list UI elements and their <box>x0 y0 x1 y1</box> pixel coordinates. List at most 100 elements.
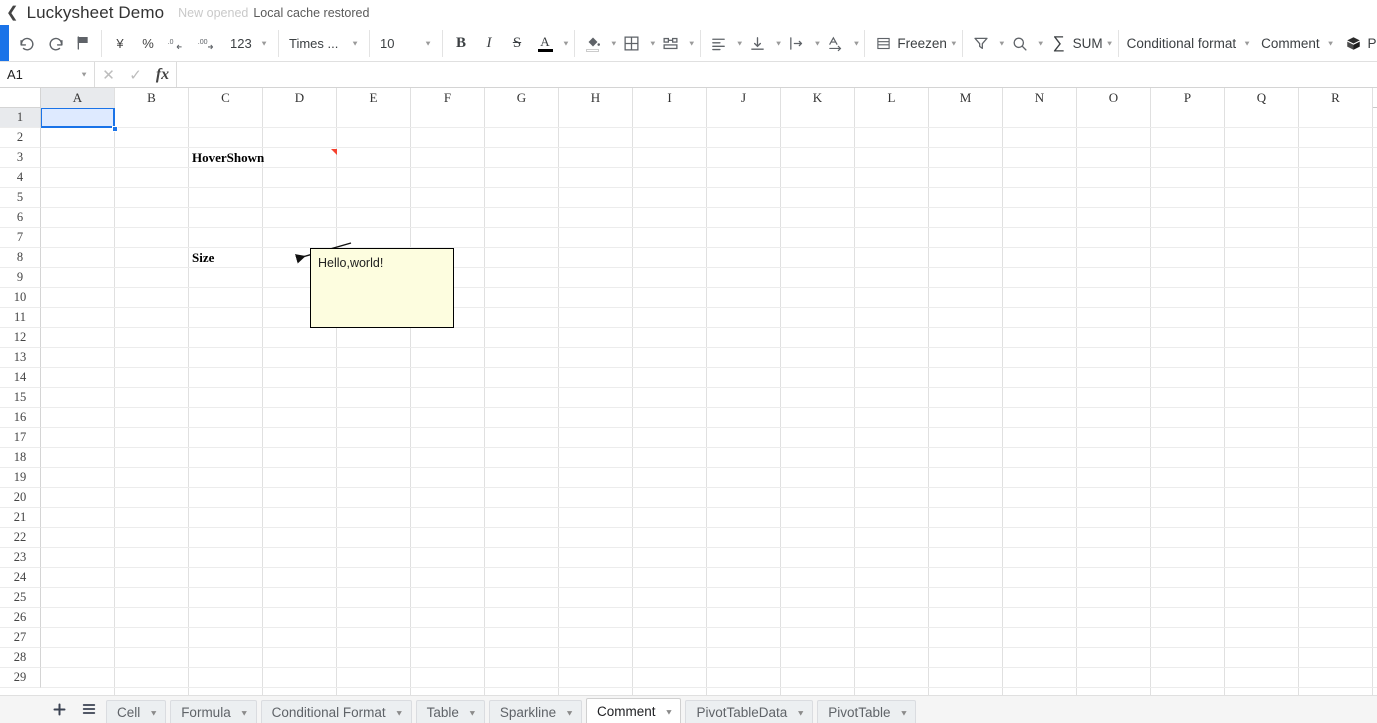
decrease-decimal-button[interactable]: .0 <box>163 30 191 56</box>
column-header-l[interactable]: L <box>855 88 929 108</box>
fill-handle[interactable] <box>112 126 118 132</box>
column-header-j[interactable]: J <box>707 88 781 108</box>
row-header-12[interactable]: 12 <box>0 328 41 348</box>
sheet-tab-pivottable[interactable]: PivotTable ▼ <box>817 700 917 723</box>
merge-cells-icon[interactable] <box>658 30 684 56</box>
chevron-down-icon[interactable]: ▼ <box>1037 39 1045 47</box>
font-family-select[interactable]: Times ... ▼ <box>284 30 364 56</box>
row-header-2[interactable]: 2 <box>0 128 41 148</box>
comment-popup[interactable]: Hello,world! <box>310 248 454 328</box>
filter-icon[interactable] <box>968 30 994 56</box>
percent-format-button[interactable]: % <box>135 30 161 56</box>
row-header-8[interactable]: 8 <box>0 248 41 268</box>
row-header-10[interactable]: 10 <box>0 288 41 308</box>
row-header-1[interactable]: 1 <box>0 108 41 128</box>
freeze-icon[interactable] <box>870 30 896 56</box>
chevron-down-icon[interactable]: ▼ <box>852 39 860 47</box>
italic-button[interactable]: I <box>476 30 502 56</box>
close-icon[interactable]: ✕ <box>95 62 122 87</box>
sheet-tab-cell[interactable]: Cell ▼ <box>106 700 167 723</box>
chevron-down-icon[interactable]: ▼ <box>562 39 570 47</box>
sheet-tab-conditional-format[interactable]: Conditional Format ▼ <box>260 700 412 723</box>
chevron-down-icon[interactable]: ▼ <box>796 708 805 717</box>
chevron-down-icon[interactable]: ▼ <box>736 39 744 47</box>
column-header-q[interactable]: Q <box>1225 88 1299 108</box>
row-header-18[interactable]: 18 <box>0 448 41 468</box>
chevron-down-icon[interactable]: ▼ <box>395 708 404 717</box>
chevron-down-icon[interactable]: ▼ <box>1243 39 1251 47</box>
borders-icon[interactable] <box>619 30 645 56</box>
chevron-down-icon[interactable]: ▼ <box>814 39 822 47</box>
column-header-o[interactable]: O <box>1077 88 1151 108</box>
add-sheet-icon[interactable] <box>44 696 74 722</box>
chevron-down-icon[interactable]: ▼ <box>149 708 158 717</box>
row-header-16[interactable]: 16 <box>0 408 41 428</box>
row-header-28[interactable]: 28 <box>0 648 41 668</box>
row-header-11[interactable]: 11 <box>0 308 41 328</box>
column-header-e[interactable]: E <box>337 88 411 108</box>
row-header-25[interactable]: 25 <box>0 588 41 608</box>
column-header-g[interactable]: G <box>485 88 559 108</box>
redo-icon[interactable] <box>42 30 68 56</box>
cell-c8[interactable]: Size <box>189 248 263 268</box>
chevron-down-icon[interactable]: ▼ <box>950 39 958 47</box>
chevron-down-icon[interactable]: ▼ <box>899 708 908 717</box>
chevron-down-icon[interactable]: ▼ <box>775 39 783 47</box>
row-header-22[interactable]: 22 <box>0 528 41 548</box>
sheet-tab-table[interactable]: Table ▼ <box>415 700 485 723</box>
column-header-a[interactable]: A <box>41 88 115 108</box>
comment-marker-d3[interactable] <box>331 149 337 155</box>
row-header-15[interactable]: 15 <box>0 388 41 408</box>
format-painter-icon[interactable] <box>70 30 96 56</box>
column-header-h[interactable]: H <box>559 88 633 108</box>
row-header-17[interactable]: 17 <box>0 428 41 448</box>
chevron-down-icon[interactable]: ▼ <box>610 39 618 47</box>
row-header-26[interactable]: 26 <box>0 608 41 628</box>
horizontal-align-icon[interactable] <box>706 30 732 56</box>
currency-format-button[interactable]: ¥ <box>107 30 133 56</box>
text-color-button[interactable]: A <box>532 30 558 56</box>
chevron-down-icon[interactable]: ▼ <box>1327 39 1335 47</box>
fill-color-button[interactable] <box>580 30 606 56</box>
cell-c3[interactable]: HoverShown <box>189 148 264 168</box>
row-header-3[interactable]: 3 <box>0 148 41 168</box>
chevron-down-icon[interactable]: ▼ <box>80 71 88 79</box>
chevron-down-icon[interactable]: ▼ <box>665 707 674 716</box>
comment-button[interactable]: Comment <box>1257 36 1324 51</box>
sheet-tab-comment[interactable]: Comment ▼ <box>586 698 682 723</box>
chevron-down-icon[interactable]: ▼ <box>565 708 574 717</box>
sheet-list-icon[interactable] <box>74 696 104 722</box>
row-header-4[interactable]: 4 <box>0 168 41 188</box>
name-box[interactable]: A1 ▼ <box>0 62 95 87</box>
chevron-down-icon[interactable]: ▼ <box>998 39 1006 47</box>
row-header-9[interactable]: 9 <box>0 268 41 288</box>
sum-symbol-icon[interactable]: ∑ <box>1046 30 1072 56</box>
row-header-29[interactable]: 29 <box>0 668 41 688</box>
row-header-6[interactable]: 6 <box>0 208 41 228</box>
check-icon[interactable]: ✓ <box>122 62 149 87</box>
row-header-27[interactable]: 27 <box>0 628 41 648</box>
number-format-select[interactable]: 123 ▼ <box>225 30 273 56</box>
row-header-13[interactable]: 13 <box>0 348 41 368</box>
row-header-7[interactable]: 7 <box>0 228 41 248</box>
column-header-p[interactable]: P <box>1151 88 1225 108</box>
function-icon[interactable]: fx <box>149 62 176 87</box>
strikethrough-button[interactable]: S <box>504 30 530 56</box>
row-header-24[interactable]: 24 <box>0 568 41 588</box>
pivot-table-label[interactable]: PivotTab <box>1368 36 1377 51</box>
text-rotate-icon[interactable] <box>822 30 848 56</box>
sheet-tab-sparkline[interactable]: Sparkline ▼ <box>488 700 583 723</box>
conditional-format-button[interactable]: Conditional format <box>1123 36 1241 51</box>
chevron-down-icon[interactable]: ▼ <box>649 39 657 47</box>
pivot-table-icon[interactable] <box>1341 30 1367 56</box>
grid-cells-area[interactable]: HoverShown Size Hello,world! <box>41 108 1377 695</box>
undo-icon[interactable] <box>14 30 40 56</box>
sum-label[interactable]: SUM <box>1073 36 1103 51</box>
sheet-tab-pivottabledata[interactable]: PivotTableData ▼ <box>685 700 814 723</box>
row-header-20[interactable]: 20 <box>0 488 41 508</box>
row-header-14[interactable]: 14 <box>0 368 41 388</box>
font-size-select[interactable]: 10 ▼ <box>375 30 437 56</box>
back-chevron-icon[interactable]: ❮ <box>0 5 27 20</box>
row-header-5[interactable]: 5 <box>0 188 41 208</box>
column-header-m[interactable]: M <box>929 88 1003 108</box>
